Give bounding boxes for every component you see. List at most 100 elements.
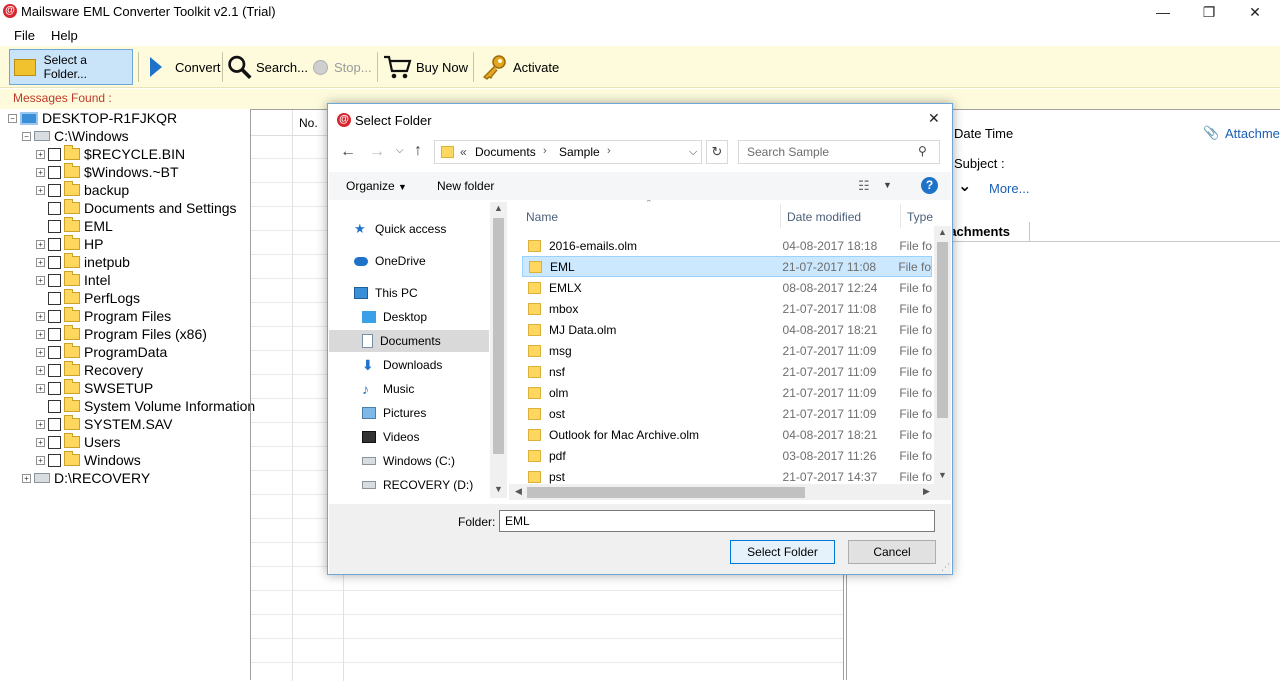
folder-checkbox[interactable]	[48, 453, 61, 467]
file-list-item[interactable]: Outlook for Mac Archive.olm 04-08-2017 18…	[522, 424, 932, 445]
file-list-horizontal-scrollbar[interactable]: ◀ ▶	[509, 484, 951, 500]
file-list-item[interactable]: pdf 03-08-2017 11:26 File fo	[522, 445, 932, 466]
folder-checkbox[interactable]	[48, 309, 61, 323]
folder-checkbox[interactable]	[48, 201, 61, 215]
tree-folder-item[interactable]: + ProgramData	[36, 343, 167, 361]
tree-folder-item[interactable]: + SWSETUP	[36, 379, 153, 397]
column-date-header[interactable]: Date modified	[787, 210, 861, 224]
folder-checkbox[interactable]	[48, 399, 61, 413]
view-dropdown-icon[interactable]: ▼	[883, 180, 892, 190]
more-link[interactable]: More...	[989, 181, 1029, 196]
tree-folder-item[interactable]: PerfLogs	[36, 289, 140, 307]
folder-checkbox[interactable]	[48, 237, 61, 251]
folder-checkbox[interactable]	[48, 219, 61, 233]
tree-folder-item[interactable]: + Program Files (x86)	[36, 325, 207, 343]
breadcrumb-prefix[interactable]: «	[460, 145, 467, 159]
refresh-button[interactable]: ↻	[706, 140, 728, 164]
breadcrumb-documents[interactable]: Documents	[475, 145, 536, 159]
folder-checkbox[interactable]	[48, 381, 61, 395]
nav-downloads[interactable]: ⬇ Downloads	[362, 354, 442, 376]
expand-icon[interactable]: +	[36, 437, 45, 447]
expand-icon[interactable]: +	[22, 473, 31, 483]
scroll-thumb[interactable]	[527, 487, 805, 498]
maximize-button[interactable]: ❐	[1186, 0, 1232, 24]
expand-icon[interactable]: +	[36, 257, 45, 267]
close-button[interactable]: ✕	[1232, 0, 1278, 24]
expand-icon[interactable]: +	[36, 383, 45, 393]
tree-drive-c[interactable]: − C:\Windows	[22, 127, 129, 145]
collapse-icon[interactable]: −	[22, 131, 31, 141]
expand-icon[interactable]: +	[36, 167, 45, 177]
dialog-close-button[interactable]: ✕	[928, 110, 940, 127]
expand-icon[interactable]: +	[36, 185, 45, 195]
folder-checkbox[interactable]	[48, 165, 61, 179]
nav-videos[interactable]: Videos	[362, 426, 419, 448]
file-list-item[interactable]: EML 21-07-2017 11:08 File fo	[522, 256, 932, 277]
nav-documents[interactable]: Documents	[329, 330, 489, 352]
nav-onedrive[interactable]: OneDrive	[354, 250, 426, 272]
tree-folder-item[interactable]: + $Windows.~BT	[36, 163, 179, 181]
tree-folder-item[interactable]: Documents and Settings	[36, 199, 237, 217]
select-folder-button[interactable]: Select a Folder...	[9, 49, 133, 85]
folder-checkbox[interactable]	[48, 291, 61, 305]
search-sample-input[interactable]: Search Sample	[738, 140, 940, 164]
tree-folder-item[interactable]: + inetpub	[36, 253, 130, 271]
expand-icon[interactable]: +	[36, 311, 45, 321]
column-name-header[interactable]: Name	[526, 210, 558, 224]
nav-quick-access[interactable]: ★ Quick access	[354, 218, 446, 240]
nav-recovery-d[interactable]: RECOVERY (D:)	[362, 474, 473, 496]
recent-chevron-icon[interactable]: ⌵	[396, 145, 404, 156]
scroll-thumb[interactable]	[493, 218, 504, 454]
stop-button[interactable]: Stop...	[312, 49, 372, 85]
folder-checkbox[interactable]	[48, 255, 61, 269]
scroll-down-icon[interactable]: ▼	[938, 470, 947, 480]
collapse-icon[interactable]: −	[8, 113, 17, 123]
tree-folder-item[interactable]: + HP	[36, 235, 103, 253]
file-list-item[interactable]: mbox 21-07-2017 11:08 File fo	[522, 298, 932, 319]
nav-music[interactable]: ♪ Music	[362, 378, 414, 400]
tree-folder-item[interactable]: System Volume Information	[36, 397, 255, 415]
folder-checkbox[interactable]	[48, 147, 61, 161]
attachments-tab[interactable]: tachments	[945, 224, 1010, 239]
expand-icon[interactable]: +	[36, 419, 45, 429]
nav-desktop[interactable]: Desktop	[362, 306, 427, 328]
folder-checkbox[interactable]	[48, 327, 61, 341]
folder-checkbox[interactable]	[48, 273, 61, 287]
file-list-item[interactable]: nsf 21-07-2017 11:09 File fo	[522, 361, 932, 382]
folder-checkbox[interactable]	[48, 435, 61, 449]
tree-folder-item[interactable]: EML	[36, 217, 113, 235]
breadcrumb-sample[interactable]: Sample	[559, 145, 600, 159]
nav-pictures[interactable]: Pictures	[362, 402, 426, 424]
expand-icon[interactable]: +	[36, 329, 45, 339]
minimize-button[interactable]: —	[1140, 0, 1186, 24]
tree-drive-d[interactable]: + D:\RECOVERY	[22, 469, 150, 487]
search-button[interactable]: Search...	[226, 49, 308, 85]
expand-icon[interactable]: +	[36, 275, 45, 285]
expand-icon[interactable]: +	[36, 149, 45, 159]
tree-folder-item[interactable]: + Windows	[36, 451, 141, 469]
help-icon[interactable]: ?	[921, 177, 938, 194]
folder-checkbox[interactable]	[48, 183, 61, 197]
expand-icon[interactable]: +	[36, 365, 45, 375]
folder-checkbox[interactable]	[48, 345, 61, 359]
tree-folder-item[interactable]: + Users	[36, 433, 121, 451]
scroll-left-icon[interactable]: ◀	[515, 486, 522, 497]
select-folder-confirm-button[interactable]: Select Folder	[730, 540, 835, 564]
chevron-down-icon[interactable]: ⌄	[958, 176, 971, 196]
buy-now-button[interactable]: Buy Now	[382, 49, 468, 85]
resize-grip-icon[interactable]: ⋰	[941, 562, 950, 573]
column-type-header[interactable]: Type	[907, 210, 933, 224]
grid-column-no[interactable]: No.	[299, 116, 318, 130]
tree-folder-item[interactable]: + Recovery	[36, 361, 143, 379]
scroll-up-icon[interactable]: ▲	[494, 203, 503, 213]
file-list-item[interactable]: ost 21-07-2017 11:09 File fo	[522, 403, 932, 424]
tree-folder-item[interactable]: + $RECYCLE.BIN	[36, 145, 185, 163]
address-bar[interactable]: « Documents › Sample › ⌵	[434, 140, 702, 164]
forward-arrow-icon[interactable]: →	[369, 143, 385, 161]
cancel-button[interactable]: Cancel	[848, 540, 936, 564]
menu-help[interactable]: Help	[51, 28, 78, 43]
scroll-thumb[interactable]	[937, 242, 948, 418]
menu-file[interactable]: File	[14, 28, 35, 43]
folder-input[interactable]: EML	[499, 510, 935, 532]
scroll-down-icon[interactable]: ▼	[494, 484, 503, 494]
